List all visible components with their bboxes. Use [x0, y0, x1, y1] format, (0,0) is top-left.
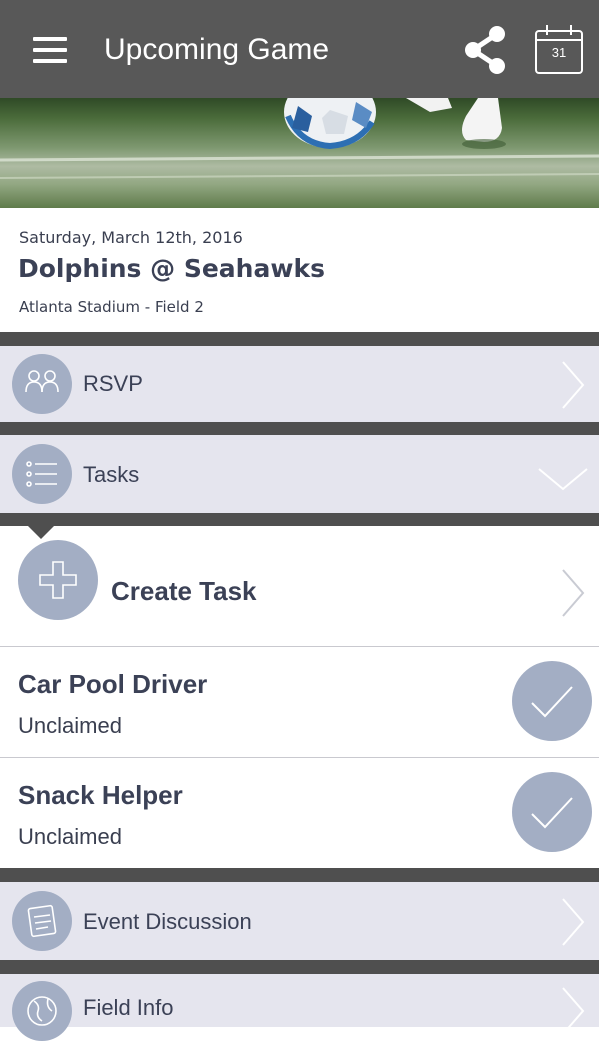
section-label-tasks: Tasks — [83, 462, 140, 487]
list-icon — [12, 444, 72, 504]
section-event-discussion[interactable]: Event Discussion — [0, 882, 599, 960]
section-divider — [0, 960, 599, 974]
create-task-row[interactable]: Create Task — [0, 526, 599, 646]
section-field-info[interactable]: Field Info — [0, 974, 599, 1041]
page-title: Upcoming Game — [104, 33, 330, 66]
task-row[interactable]: Car Pool Driver Unclaimed — [0, 647, 599, 757]
share-icon[interactable] — [460, 24, 512, 76]
notepad-icon — [12, 891, 72, 951]
task-title: Snack Helper — [18, 780, 183, 810]
section-divider — [0, 868, 599, 882]
section-divider — [0, 513, 599, 526]
soccer-ball-image — [284, 98, 376, 150]
hamburger-menu-icon[interactable] — [30, 30, 70, 70]
task-status: Unclaimed — [18, 824, 122, 849]
section-divider — [0, 332, 599, 346]
chevron-right-icon — [562, 569, 585, 617]
section-label-event-discussion: Event Discussion — [83, 909, 252, 934]
section-divider — [0, 422, 599, 435]
event-location: Atlanta Stadium - Field 2 — [19, 298, 204, 316]
claim-task-button[interactable] — [512, 772, 592, 852]
create-task-label: Create Task — [111, 576, 257, 606]
chevron-right-icon — [562, 987, 585, 1035]
claim-task-button[interactable] — [512, 661, 592, 741]
plus-icon — [18, 540, 98, 620]
calendar-day-number: 31 — [551, 45, 567, 60]
section-tasks[interactable]: Tasks — [0, 435, 599, 513]
section-label-field-info: Field Info — [83, 995, 174, 1020]
task-status: Unclaimed — [18, 713, 122, 738]
chevron-right-icon — [562, 898, 585, 946]
section-label-rsvp: RSVP — [83, 371, 143, 396]
task-row[interactable]: Snack Helper Unclaimed — [0, 758, 599, 868]
expand-pointer — [28, 526, 54, 539]
hero-image — [0, 98, 599, 208]
people-icon — [12, 354, 72, 414]
checkmark-icon — [531, 797, 573, 829]
chevron-down-icon — [538, 468, 588, 491]
calendar-icon[interactable]: 31 — [532, 22, 586, 76]
checkmark-icon — [531, 686, 573, 718]
event-date: Saturday, March 12th, 2016 — [19, 228, 243, 247]
app-header: Upcoming Game 31 — [0, 0, 599, 98]
task-title: Car Pool Driver — [18, 669, 208, 699]
section-rsvp[interactable]: RSVP — [0, 346, 599, 422]
soccer-boot-image — [406, 98, 506, 149]
event-title: Dolphins @ Seahawks — [18, 254, 325, 283]
event-info: Saturday, March 12th, 2016 Dolphins @ Se… — [0, 208, 599, 332]
globe-icon — [12, 981, 72, 1041]
chevron-right-icon — [562, 361, 585, 409]
